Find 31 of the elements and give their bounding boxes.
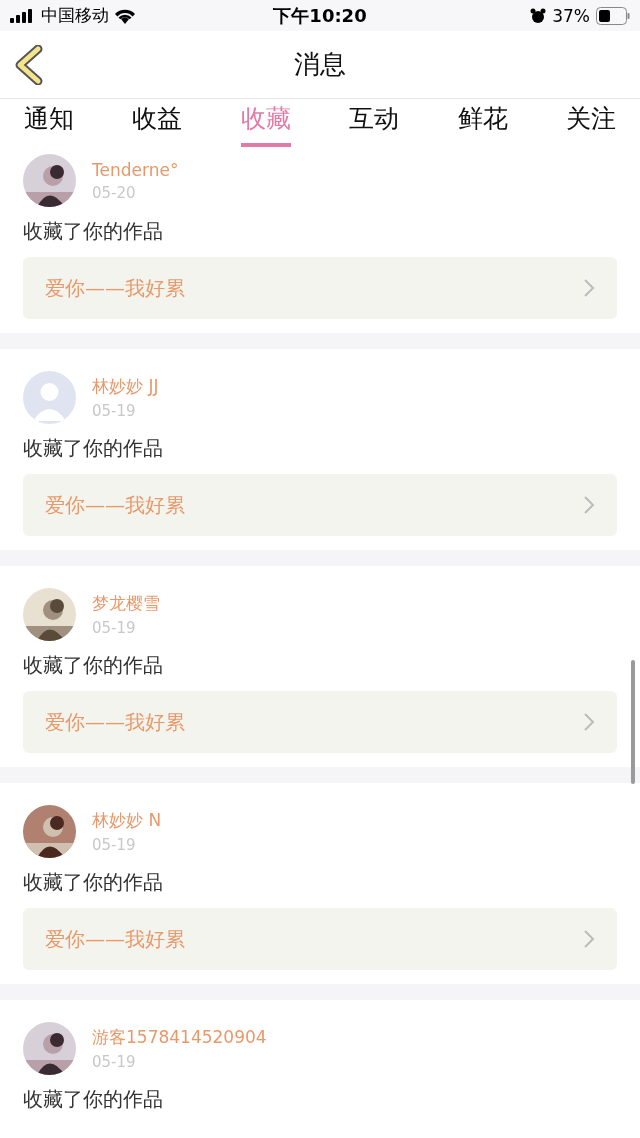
status-time: 下午10:20 — [272, 3, 368, 28]
tab[interactable]: 互动 — [349, 99, 400, 147]
battery-percent: 37% — [552, 5, 590, 26]
carrier-name: 中国移动 — [41, 4, 109, 27]
work-link[interactable]: 爱你——我好累 — [23, 908, 617, 970]
battery-icon — [596, 6, 630, 25]
avatar-icon — [23, 371, 76, 424]
user-name[interactable]: 梦龙樱雪 — [92, 592, 160, 615]
tab[interactable]: 收益 — [132, 99, 183, 147]
page-title: 消息 — [294, 48, 346, 81]
user-name[interactable]: 林妙妙 N — [92, 809, 162, 832]
tab[interactable]: 通知 — [24, 99, 74, 147]
work-link[interactable]: 爱你——我好累 — [23, 257, 617, 319]
message-text: 收藏了你的作品 — [23, 1087, 164, 1112]
chevron-right-icon — [583, 929, 595, 949]
chevron-right-icon — [583, 278, 595, 298]
message-text: 收藏了你的作品 — [23, 219, 164, 244]
chevron-right-icon — [583, 495, 595, 515]
message-text: 收藏了你的作品 — [23, 870, 164, 895]
work-link[interactable]: 爱你——我好累 — [23, 474, 617, 536]
tab[interactable]: 鲜花 — [457, 99, 508, 147]
user-name[interactable]: 游客1578414520904 — [92, 1026, 267, 1049]
user-name[interactable]: Tenderne° — [92, 159, 179, 180]
message-text: 收藏了你的作品 — [23, 436, 164, 461]
tab[interactable]: 关注 — [565, 99, 616, 147]
tab[interactable]: 收藏 — [240, 99, 291, 147]
user-name[interactable]: 林妙妙 JJ — [92, 375, 159, 398]
chevron-right-icon — [583, 712, 595, 732]
wifi-icon — [114, 7, 136, 24]
work-link[interactable]: 爱你——我好累 — [23, 691, 617, 753]
message-text: 收藏了你的作品 — [23, 653, 164, 678]
